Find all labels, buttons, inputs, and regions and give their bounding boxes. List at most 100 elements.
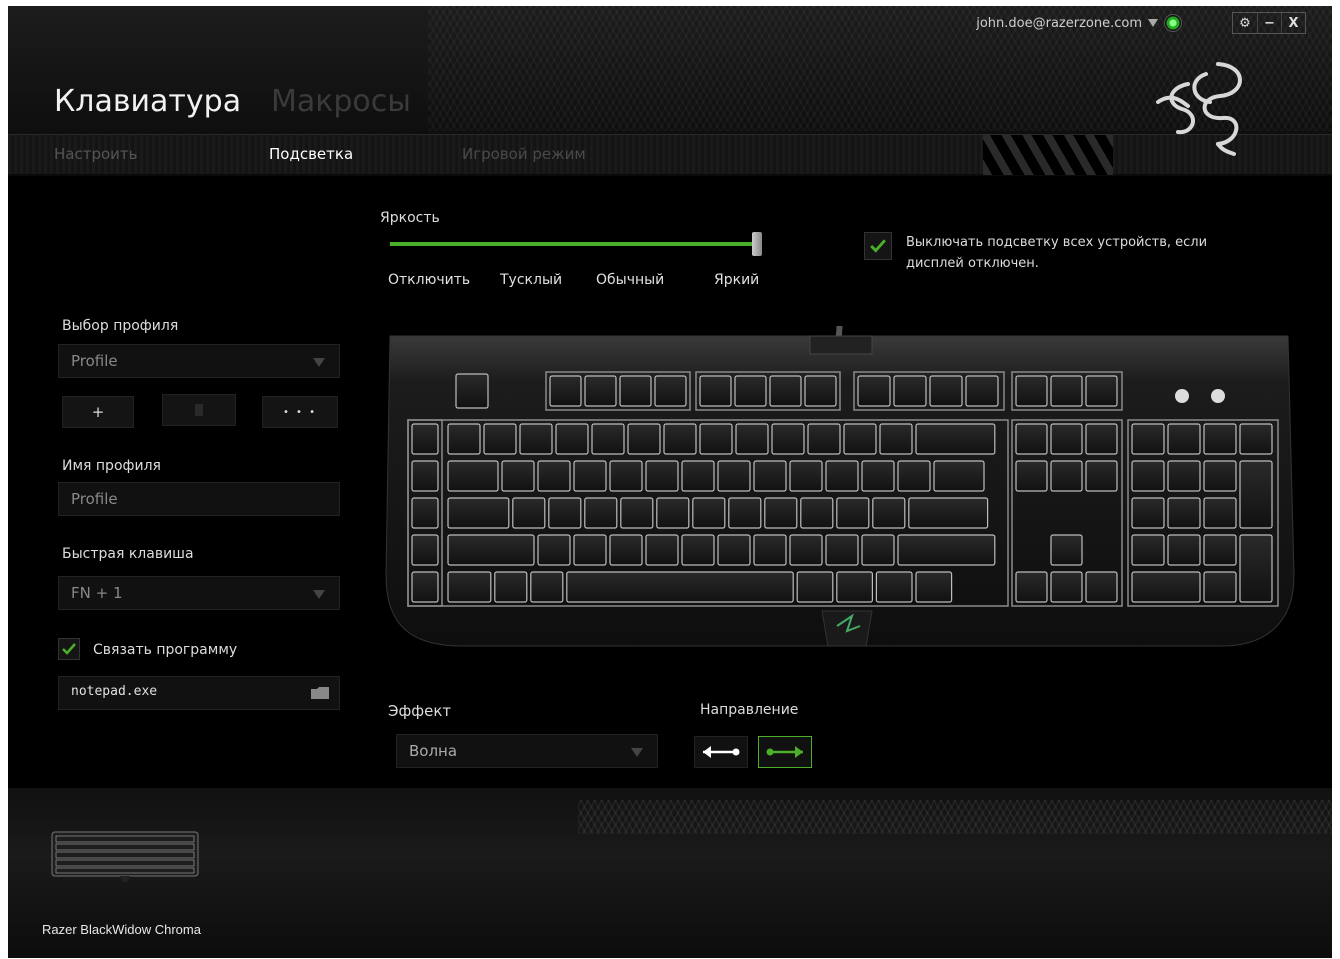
key[interactable] <box>447 460 499 492</box>
key[interactable] <box>796 571 834 603</box>
key[interactable] <box>1167 534 1201 566</box>
brightness-level-bright[interactable]: Яркий <box>714 272 759 288</box>
key[interactable] <box>1050 460 1083 492</box>
key[interactable] <box>717 460 751 492</box>
settings-button[interactable]: ⚙ <box>1233 13 1257 33</box>
key[interactable] <box>915 571 953 603</box>
key[interactable] <box>893 375 927 407</box>
key[interactable] <box>411 571 439 603</box>
key[interactable] <box>1239 423 1273 455</box>
key[interactable] <box>1131 534 1165 566</box>
brightness-slider-track[interactable] <box>390 242 758 246</box>
key[interactable] <box>807 423 841 455</box>
key[interactable] <box>1167 460 1201 492</box>
key[interactable] <box>663 423 697 455</box>
key[interactable] <box>897 460 931 492</box>
close-button[interactable]: X <box>1281 13 1305 33</box>
key[interactable] <box>656 497 690 529</box>
key[interactable] <box>645 534 679 566</box>
profile-name-input[interactable]: Profile <box>58 482 340 516</box>
key[interactable] <box>627 423 661 455</box>
key[interactable] <box>897 534 996 566</box>
key[interactable] <box>1015 571 1048 603</box>
key[interactable] <box>789 534 823 566</box>
key[interactable] <box>584 375 617 407</box>
key[interactable] <box>872 497 906 529</box>
brightness-level-dim[interactable]: Тусклый <box>500 272 562 288</box>
key[interactable] <box>769 375 802 407</box>
delete-profile-button[interactable] <box>162 394 236 426</box>
more-options-button[interactable]: • • • <box>262 396 338 428</box>
key[interactable] <box>537 534 571 566</box>
key[interactable] <box>411 497 439 529</box>
key[interactable] <box>501 460 535 492</box>
key[interactable] <box>620 497 654 529</box>
key[interactable] <box>1131 460 1165 492</box>
key[interactable] <box>1050 423 1083 455</box>
account-email[interactable]: john.doe@razerzone.com <box>976 16 1142 31</box>
key[interactable] <box>619 375 652 407</box>
tab-keyboard[interactable]: Клавиатура <box>54 84 241 119</box>
key[interactable] <box>530 571 564 603</box>
key[interactable] <box>861 460 895 492</box>
key[interactable] <box>1239 460 1273 529</box>
key[interactable] <box>1085 423 1118 455</box>
brightness-level-normal[interactable]: Обычный <box>596 272 664 288</box>
key[interactable] <box>857 375 891 407</box>
key[interactable] <box>681 460 715 492</box>
key[interactable] <box>447 571 492 603</box>
key[interactable] <box>519 423 553 455</box>
hotkey-dropdown[interactable]: FN + 1 <box>58 576 340 610</box>
key[interactable] <box>753 460 787 492</box>
key[interactable] <box>735 423 769 455</box>
direction-right-button[interactable] <box>758 736 812 768</box>
subtab-lighting[interactable]: Подсветка <box>269 145 353 163</box>
key[interactable] <box>566 571 794 603</box>
key[interactable] <box>836 571 873 603</box>
add-profile-button[interactable]: + <box>62 396 134 428</box>
key[interactable] <box>1015 375 1048 407</box>
key[interactable] <box>555 423 589 455</box>
minimize-button[interactable]: − <box>1257 13 1281 33</box>
key[interactable] <box>548 497 582 529</box>
device-thumbnail-icon[interactable] <box>50 828 200 884</box>
account-menu[interactable]: john.doe@razerzone.com <box>976 14 1182 32</box>
device-name[interactable]: Razer BlackWidow Chroma <box>42 922 201 937</box>
brightness-level-off[interactable]: Отключить <box>388 272 470 288</box>
subtab-customize[interactable]: Настроить <box>54 145 137 163</box>
key[interactable] <box>789 460 823 492</box>
effect-dropdown[interactable]: Волна <box>396 734 658 768</box>
key[interactable] <box>771 423 805 455</box>
key[interactable] <box>549 375 582 407</box>
keyboard-preview[interactable] <box>382 326 1296 671</box>
key[interactable] <box>1015 460 1048 492</box>
key[interactable] <box>1203 460 1237 492</box>
display-off-checkbox[interactable] <box>864 232 892 260</box>
key[interactable] <box>692 497 726 529</box>
key[interactable] <box>728 497 762 529</box>
key[interactable] <box>717 534 751 566</box>
key[interactable] <box>699 423 733 455</box>
key[interactable] <box>753 534 787 566</box>
key[interactable] <box>1050 375 1083 407</box>
media-button[interactable] <box>1211 389 1225 403</box>
tab-macros[interactable]: Макросы <box>271 84 411 119</box>
key[interactable] <box>494 571 528 603</box>
key[interactable] <box>573 534 607 566</box>
key[interactable] <box>609 534 643 566</box>
key[interactable] <box>447 423 481 455</box>
key[interactable] <box>447 497 510 529</box>
brightness-slider-handle[interactable] <box>752 232 762 256</box>
key[interactable] <box>1050 571 1083 603</box>
key[interactable] <box>843 423 877 455</box>
key[interactable] <box>447 534 535 566</box>
key[interactable] <box>681 534 715 566</box>
key[interactable] <box>1203 423 1237 455</box>
key[interactable] <box>861 534 895 566</box>
key[interactable] <box>1015 423 1048 455</box>
folder-icon[interactable] <box>311 687 329 699</box>
key[interactable] <box>1239 534 1273 603</box>
key[interactable] <box>1167 423 1201 455</box>
key[interactable] <box>908 497 989 529</box>
key[interactable] <box>1085 460 1118 492</box>
